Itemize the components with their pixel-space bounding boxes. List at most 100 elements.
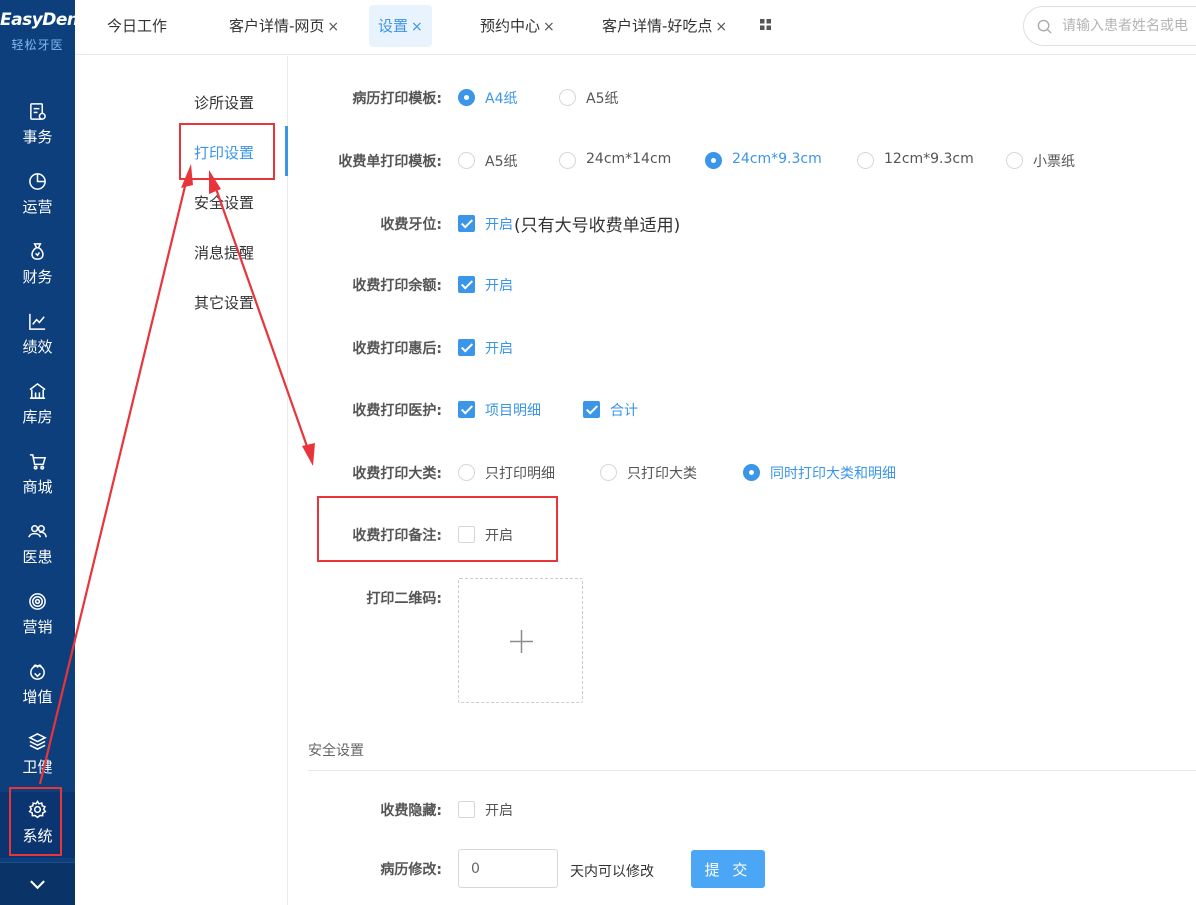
option-label[interactable]: 12cm*9.3cm [884, 151, 974, 167]
option-label[interactable]: 小票纸 [1033, 151, 1075, 171]
submenu-message-reminder[interactable]: 消息提醒 [194, 242, 254, 263]
tab-label: 今日工作 [107, 17, 168, 35]
annotation-box-print-settings [179, 123, 275, 180]
tooth-position-checkbox[interactable] [458, 215, 475, 232]
tab-today-work[interactable]: 今日工作 [107, 5, 167, 47]
fee-hidden-row: 收费隐藏: 开启 [288, 795, 1196, 825]
app-logo: EasyDent 轻松牙医 [0, 0, 87, 60]
radio-24x9-3[interactable] [705, 152, 722, 169]
close-icon[interactable]: × [411, 19, 423, 35]
option-label[interactable]: 只打印大类 [627, 463, 697, 483]
total-checkbox[interactable] [583, 401, 600, 418]
radio-category-only[interactable] [600, 464, 617, 481]
radio-a5[interactable] [458, 152, 475, 169]
print-discount-checkbox[interactable] [458, 339, 475, 356]
nav-item-warehouse[interactable]: 库房 [0, 380, 75, 446]
print-discount-row: 收费打印惠后: 开启 [288, 333, 1196, 363]
tooth-position-note: (只有大号收费单适用) [514, 216, 681, 236]
option-label[interactable]: 24cm*9.3cm [732, 151, 822, 167]
print-balance-row: 收费打印余额: 开启 [288, 270, 1196, 300]
print-settings-form: 病历打印模板: A4纸 A5纸 收费单打印模板: A5纸 24cm*14cm 2… [288, 56, 1196, 905]
field-label: 收费打印医护: [352, 403, 442, 419]
radio-a5[interactable] [559, 89, 576, 106]
tab-label: 客户详情-好吃点 [602, 17, 713, 35]
nav-item-patients[interactable]: 医患 [0, 520, 75, 586]
radio-12x9-3[interactable] [857, 152, 874, 169]
option-label[interactable]: 只打印明细 [485, 463, 555, 483]
tab-bar: 今日工作 客户详情-网页 × 设置 × 预约中心 × 客户详情-好吃点 × [75, 0, 1196, 55]
field-label: 收费打印大类: [352, 466, 442, 482]
option-label[interactable]: 开启 [485, 800, 513, 820]
fee-hidden-checkbox[interactable] [458, 801, 475, 818]
patient-search-box[interactable] [1023, 6, 1196, 46]
cart-icon [29, 454, 47, 470]
close-icon[interactable]: × [543, 19, 555, 35]
option-label[interactable]: 项目明细 [485, 400, 541, 420]
radio-receipt-paper[interactable] [1006, 152, 1023, 169]
patient-search-input[interactable] [1062, 15, 1196, 37]
plus-icon [510, 630, 533, 653]
qr-code-upload[interactable] [458, 578, 583, 703]
nav-item-affairs[interactable]: 事务 [0, 100, 75, 166]
option-label[interactable]: 合计 [610, 400, 638, 420]
nav-item-finance[interactable]: 财务 [0, 240, 75, 306]
radio-category-and-detail[interactable] [743, 464, 760, 481]
nav-item-operations[interactable]: 运营 [0, 170, 75, 236]
option-label[interactable]: 开启 [485, 338, 513, 358]
option-label[interactable]: 同时打印大类和明细 [770, 463, 896, 483]
radio-24x14[interactable] [559, 152, 576, 169]
receipt-template-row: 收费单打印模板: A5纸 24cm*14cm 24cm*9.3cm 12cm*9… [288, 146, 1196, 176]
close-icon[interactable]: × [327, 19, 339, 35]
submenu-clinic-settings[interactable]: 诊所设置 [194, 92, 254, 113]
print-balance-checkbox[interactable] [458, 276, 475, 293]
submit-button[interactable]: 提 交 [691, 850, 765, 888]
option-label[interactable]: A4纸 [485, 88, 517, 108]
submenu-security-settings[interactable]: 安全设置 [194, 192, 254, 213]
money-bag-icon [31, 243, 44, 260]
tab-customer-detail-web[interactable]: 客户详情-网页 × [229, 5, 339, 47]
field-label: 收费隐藏: [380, 803, 442, 819]
option-label[interactable]: 24cm*14cm [586, 151, 671, 167]
layers-icon [28, 733, 47, 750]
nav-item-label: 增值 [22, 688, 53, 706]
submenu-other-settings[interactable]: 其它设置 [194, 292, 254, 313]
radio-detail-only[interactable] [458, 464, 475, 481]
print-insurance-row: 收费打印医护: 项目明细 合计 [288, 395, 1196, 425]
tab-label: 客户详情-网页 [229, 17, 325, 35]
field-label: 打印二维码: [366, 591, 442, 607]
section-divider [308, 770, 1196, 771]
item-detail-checkbox[interactable] [458, 401, 475, 418]
sidebar-expand-button[interactable] [0, 862, 75, 905]
tab-settings[interactable]: 设置 × [369, 5, 432, 47]
record-edit-suffix: 天内可以修改 [570, 864, 654, 880]
close-icon[interactable]: × [715, 19, 727, 35]
tooth-position-row: 收费牙位: 开启 (只有大号收费单适用) [288, 209, 1196, 239]
warehouse-icon [29, 382, 46, 399]
tab-customer-detail-haochidian[interactable]: 客户详情-好吃点 × [602, 5, 727, 47]
settings-submenu: 诊所设置 打印设置 安全设置 消息提醒 其它设置 [75, 56, 288, 905]
print-category-row: 收费打印大类: 只打印明细 只打印大类 同时打印大类和明细 [288, 458, 1196, 488]
people-icon [28, 525, 47, 538]
record-edit-days-input[interactable] [458, 849, 558, 888]
nav-item-mall[interactable]: 商城 [0, 450, 75, 516]
nav-item-value-added[interactable]: 增值 [0, 660, 75, 726]
option-label[interactable]: A5纸 [485, 151, 517, 171]
target-icon [29, 593, 46, 610]
gift-icon [30, 664, 45, 680]
option-label[interactable]: 开启 [485, 214, 513, 234]
qr-code-row: 打印二维码: [288, 583, 1196, 613]
radio-a4[interactable] [458, 89, 475, 106]
nav-item-performance[interactable]: 绩效 [0, 310, 75, 376]
nav-item-marketing[interactable]: 营销 [0, 590, 75, 656]
option-label[interactable]: 开启 [485, 275, 513, 295]
tab-appointment-center[interactable]: 预约中心 × [480, 5, 555, 47]
line-chart-icon [29, 313, 46, 330]
field-label: 收费单打印模板: [338, 154, 442, 170]
annotation-box-print-remark [317, 496, 558, 562]
search-icon [1037, 19, 1052, 34]
option-label[interactable]: A5纸 [586, 88, 618, 108]
field-label: 收费打印惠后: [352, 341, 442, 357]
nav-item-label: 绩效 [22, 338, 53, 356]
grid-menu-icon[interactable] [760, 19, 771, 30]
chevron-down-icon [30, 880, 45, 890]
